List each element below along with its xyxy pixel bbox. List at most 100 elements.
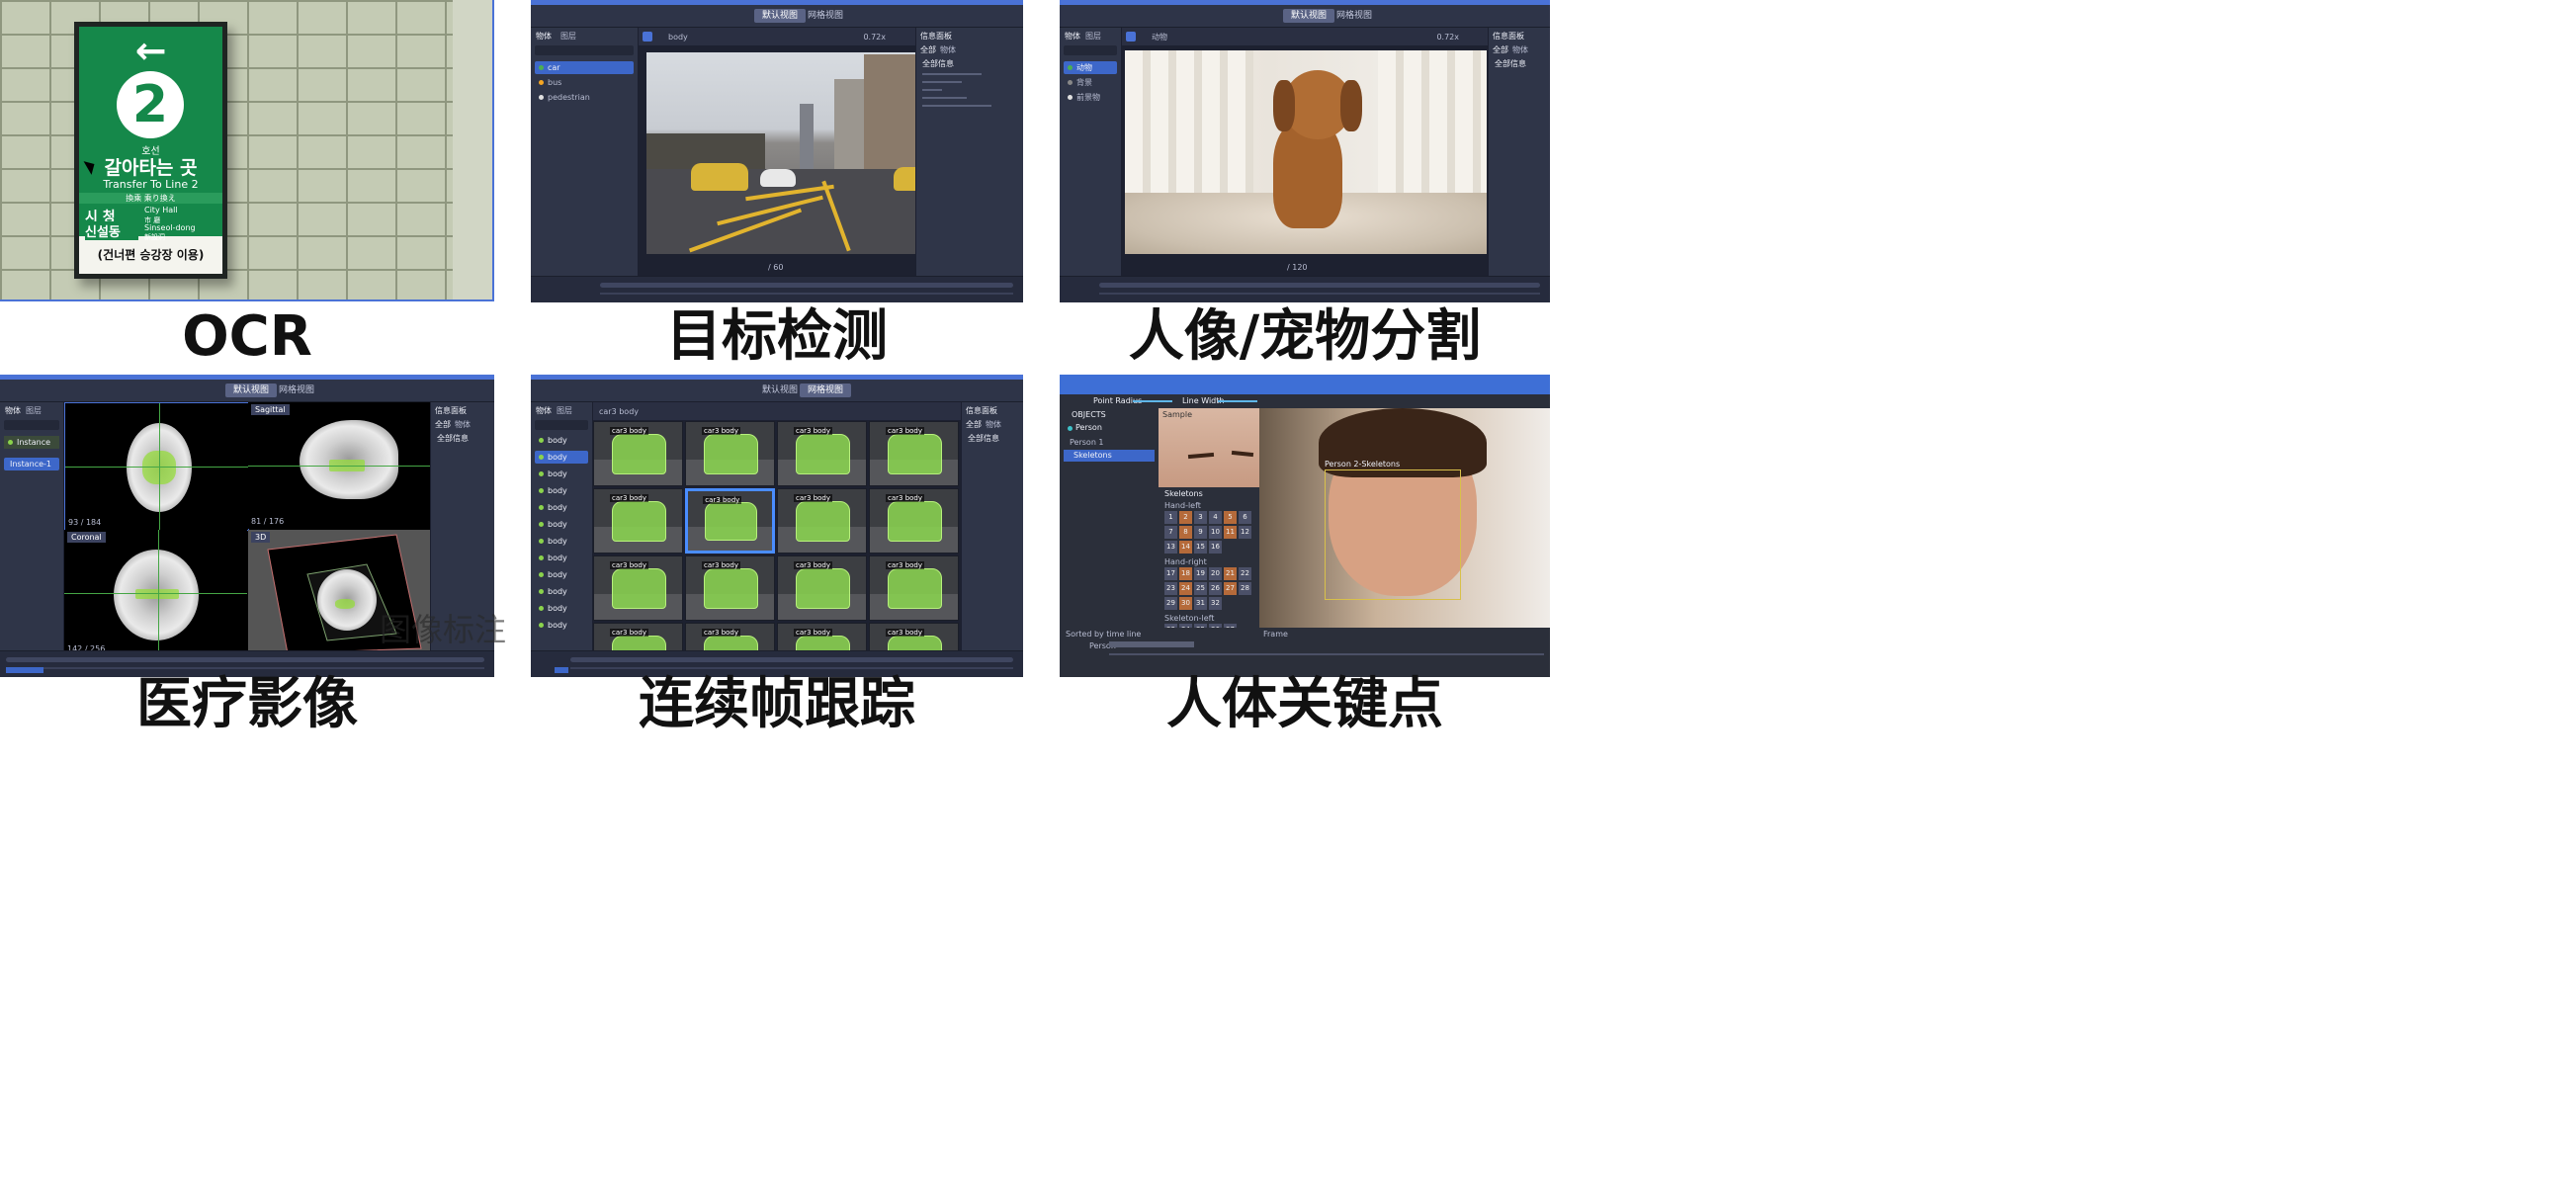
left-tab-objects[interactable]: 物体 (5, 406, 21, 416)
list-item[interactable]: body (535, 568, 588, 581)
tracked-car-mask[interactable] (703, 433, 759, 475)
keypoint-cell[interactable]: 14 (1179, 541, 1192, 554)
mri-canvas[interactable]: 93 / 184 Sagittal 81 / 176 Coronal 142 /… (64, 402, 431, 656)
left-tab-layers[interactable]: 图层 (557, 406, 572, 416)
right-tab-all[interactable]: 全部 (1493, 45, 1508, 55)
timeline-track[interactable] (570, 657, 1013, 662)
keypoint-cell[interactable]: 5 (1224, 511, 1237, 524)
zoom-level[interactable]: 0.72x (1436, 33, 1459, 43)
keypoint-cell[interactable]: 11 (1224, 526, 1237, 539)
class-item-pedestrian[interactable]: pedestrian (535, 91, 634, 104)
video-frame[interactable]: car3 body (777, 488, 867, 554)
list-item[interactable]: body (535, 619, 588, 632)
keypoint-cell[interactable]: 23 (1164, 582, 1177, 595)
left-tab-layers[interactable]: 图层 (26, 406, 42, 416)
list-item[interactable]: body (535, 468, 588, 480)
list-item[interactable]: body (535, 552, 588, 564)
line-width-slider[interactable] (1218, 400, 1257, 402)
keypoint-cell[interactable]: 1 (1164, 511, 1177, 524)
keypoint-cell[interactable]: 8 (1179, 526, 1192, 539)
tracked-car-mask[interactable] (887, 433, 943, 475)
keypoint-cell[interactable]: 9 (1194, 526, 1207, 539)
right-tab-objects[interactable]: 物体 (1512, 45, 1528, 55)
right-tab-objects[interactable]: 物体 (455, 420, 471, 430)
timeline-track[interactable] (600, 283, 1013, 288)
sagittal-view[interactable]: Sagittal 81 / 176 (248, 402, 431, 529)
keypoint-cell[interactable]: 17 (1164, 567, 1177, 580)
search-input[interactable] (535, 420, 588, 430)
class-item-background[interactable]: 背景 (1064, 76, 1117, 89)
left-tab-layers[interactable]: 图层 (1085, 32, 1101, 42)
tab-default-view[interactable]: 默认视图 (754, 9, 807, 23)
select-tool-icon[interactable] (643, 32, 652, 42)
class-item-foreground[interactable]: 前景物 (1064, 91, 1117, 104)
keypoint-cell[interactable]: 16 (1209, 541, 1222, 554)
tab-grid-view[interactable]: 网格视图 (800, 9, 851, 23)
keypoint-cell[interactable]: 30 (1179, 597, 1192, 610)
class-person[interactable]: Person (1064, 422, 1155, 434)
keypoint-cell[interactable]: 15 (1194, 541, 1207, 554)
right-tab-objects[interactable]: 物体 (986, 420, 1001, 430)
keypoint-cell[interactable]: 18 (1179, 567, 1192, 580)
tab-grid-view[interactable]: 网格视图 (1329, 9, 1380, 23)
left-tab-layers[interactable]: 图层 (560, 32, 576, 42)
video-frame[interactable]: car3 body (869, 488, 959, 554)
image-canvas[interactable] (639, 46, 1004, 277)
right-tab-all[interactable]: 全部 (920, 45, 936, 55)
list-item[interactable]: body (535, 535, 588, 548)
tracked-car-mask[interactable] (887, 500, 943, 543)
keypoint-cell[interactable]: 12 (1239, 526, 1251, 539)
keypoint-cell[interactable]: 31 (1194, 597, 1207, 610)
keypoint-cell[interactable]: 24 (1179, 582, 1192, 595)
keypoint-cell[interactable]: 20 (1209, 567, 1222, 580)
class-item-animal[interactable]: 动物 (1064, 61, 1117, 74)
keypoint-cell[interactable]: 21 (1224, 567, 1237, 580)
timeline-track[interactable] (6, 657, 484, 662)
keypoint-cell[interactable]: 22 (1239, 567, 1251, 580)
video-frame[interactable]: car3 body (869, 555, 959, 621)
axial-view[interactable]: 93 / 184 (64, 402, 249, 531)
keypoint-cell[interactable]: 6 (1239, 511, 1251, 524)
keypoint-cell[interactable]: 13 (1164, 541, 1177, 554)
video-frame[interactable]: car3 body (869, 421, 959, 486)
keypoint-cell[interactable]: 26 (1209, 582, 1222, 595)
zoom-level[interactable]: 0.72x (863, 33, 886, 43)
list-item[interactable]: body (535, 602, 588, 615)
tracked-car-mask[interactable] (887, 567, 943, 610)
keypoint-cell[interactable]: 10 (1209, 526, 1222, 539)
keypoint-cell[interactable]: 32 (1209, 597, 1222, 610)
list-item[interactable]: body (535, 501, 588, 514)
skeleton-bbox[interactable] (1325, 469, 1461, 600)
keypoint-cell[interactable]: 7 (1164, 526, 1177, 539)
instance-item[interactable]: Instance-1 (4, 458, 59, 470)
video-frame[interactable]: car3 body (685, 555, 775, 621)
keypoint-cell[interactable]: 25 (1194, 582, 1207, 595)
search-input[interactable] (535, 45, 634, 55)
select-tool-icon[interactable] (1126, 32, 1136, 42)
video-frame[interactable]: car3 body (777, 421, 867, 486)
list-item[interactable]: body (535, 434, 588, 447)
list-item[interactable]: body (535, 585, 588, 598)
left-tab-objects[interactable]: 物体 (1065, 32, 1080, 42)
left-tab-objects[interactable]: 物体 (536, 32, 552, 42)
tracked-car-mask[interactable] (611, 567, 667, 610)
item-skeleton[interactable]: Skeletons (1064, 450, 1155, 462)
video-frame[interactable]: car3 body (685, 421, 775, 486)
keypoint-cell[interactable]: 27 (1224, 582, 1237, 595)
tracked-car-mask[interactable] (705, 501, 757, 541)
keypoint-cell[interactable]: 2 (1179, 511, 1192, 524)
right-tab-objects[interactable]: 物体 (940, 45, 956, 55)
tab-default-view[interactable]: 默认视图 (1283, 9, 1335, 23)
video-frame[interactable]: car3 body (593, 488, 683, 554)
tracked-car-mask[interactable] (795, 567, 851, 610)
left-tab-objects[interactable]: 物体 (536, 406, 552, 416)
search-input[interactable] (1064, 45, 1117, 55)
coronal-view[interactable]: Coronal 142 / 256 (64, 530, 247, 656)
tab-default-view[interactable]: 默认视图 (754, 384, 806, 397)
keypoint-cell[interactable]: 29 (1164, 597, 1177, 610)
tab-grid-view[interactable]: 网格视图 (271, 384, 322, 397)
list-item[interactable]: body (535, 518, 588, 531)
class-item-bus[interactable]: bus (535, 76, 634, 89)
search-input[interactable] (4, 420, 59, 430)
timeline-track[interactable] (1099, 283, 1540, 288)
